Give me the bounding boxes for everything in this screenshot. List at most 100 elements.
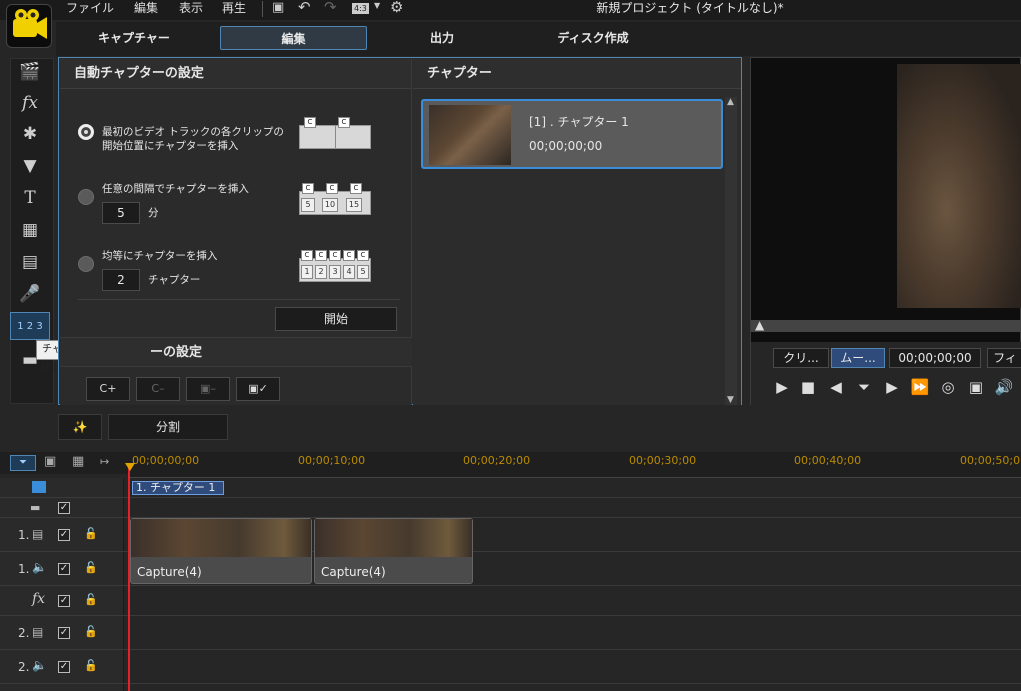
track-checkbox[interactable]: ✓ <box>58 661 70 673</box>
storyboard-view-icon[interactable]: ▣ <box>44 454 56 469</box>
set-thumbnail-button[interactable]: ▣✓ <box>236 377 280 401</box>
unlock-icon[interactable]: 🔓 <box>84 659 98 672</box>
audio-track-icon: 🔈 <box>32 658 47 672</box>
timeline-toolbar: ⏷ ▣ ▦ ↦ <box>0 452 128 474</box>
snapshot-icon[interactable]: ◎ <box>935 374 961 400</box>
transition-icon[interactable]: ▦ <box>10 216 50 244</box>
split-button[interactable]: 分割 <box>108 414 228 440</box>
video-clip[interactable]: Capture(4) <box>314 518 473 584</box>
chapter-room-icon[interactable]: 1 2 3 <box>10 312 50 340</box>
menu-view[interactable]: 表示 <box>179 0 203 20</box>
menu-file[interactable]: ファイル <box>66 0 114 20</box>
even-count-input[interactable]: 2 <box>102 269 140 291</box>
undo-icon[interactable]: ↶ <box>298 0 311 16</box>
fx-icon[interactable]: fx <box>10 89 50 117</box>
track-checkbox[interactable]: ✓ <box>58 627 70 639</box>
aspect-ratio-badge[interactable]: 4:3 <box>352 3 369 14</box>
fit-timeline-icon[interactable]: ↦ <box>100 455 109 468</box>
clip-mode-button[interactable]: クリ... <box>773 348 829 368</box>
movie-mode-button[interactable]: ムー... <box>831 348 885 368</box>
timeline-view-icon[interactable]: ⏷ <box>10 455 36 471</box>
unlock-icon[interactable]: 🔓 <box>84 527 98 540</box>
media-room-icon[interactable]: 🎬 <box>10 58 50 86</box>
track-checkbox[interactable]: ✓ <box>58 563 70 575</box>
film-preview-3: C C C C C 1 2 3 4 5 <box>299 250 371 282</box>
chapter-list-heading: チャプター <box>413 59 741 89</box>
chapter-tag: C <box>301 250 313 261</box>
radio-even[interactable] <box>78 256 94 272</box>
fast-forward-icon[interactable]: ⏩ <box>907 374 933 400</box>
tab-produce[interactable]: 出力 <box>416 26 468 50</box>
next-frame-icon[interactable]: ▶ <box>879 374 905 400</box>
aspect-dropdown-icon[interactable]: ▼ <box>374 1 380 10</box>
mode-tab-bar <box>56 22 1021 56</box>
track-checkbox[interactable]: ✓ <box>58 502 70 514</box>
clip-label: Capture(4) <box>321 565 386 579</box>
chapter-list-scrollbar[interactable]: ▲ ▼ <box>725 97 737 405</box>
remove-all-chapters-button[interactable]: ▣– <box>186 377 230 401</box>
video-track-2: 2. ▤ ✓ 🔓 <box>0 616 1021 650</box>
menu-designer-icon[interactable]: ▤ <box>10 248 50 276</box>
interval-minutes-input[interactable]: 5 <box>102 202 140 224</box>
radio-first-clip[interactable] <box>78 124 94 140</box>
volume-icon[interactable]: 🔊 <box>991 374 1017 400</box>
menu-divider <box>262 1 263 17</box>
track-checkbox[interactable]: ✓ <box>58 595 70 607</box>
scrub-handle-icon[interactable]: ▲ <box>755 318 764 332</box>
tab-edit[interactable]: 編集 <box>220 26 367 50</box>
stop-icon[interactable]: ■ <box>795 374 821 400</box>
film-cell: 15 <box>346 198 362 212</box>
add-chapter-button[interactable]: C+ <box>86 377 130 401</box>
auto-chapter-heading: 自動チャプターの設定 <box>60 59 411 89</box>
add-track-icon[interactable]: ▦ <box>72 454 84 469</box>
unlock-icon[interactable]: 🔓 <box>84 561 98 574</box>
tab-capture[interactable]: キャプチャー <box>92 26 176 50</box>
playhead[interactable] <box>128 464 130 691</box>
voice-icon[interactable]: 🎤 <box>10 280 50 308</box>
save-icon[interactable]: ▣ <box>272 0 284 15</box>
magic-tools-button[interactable]: ✨ <box>58 414 102 440</box>
unlock-icon[interactable]: 🔓 <box>84 593 98 606</box>
redo-icon[interactable]: ↷ <box>324 0 337 16</box>
timecode-display[interactable]: 00;00;00;00 <box>889 348 981 368</box>
fx-track: fx ✓ 🔓 <box>0 586 1021 616</box>
chapter-settings-heading: ーの設定 <box>60 337 412 367</box>
mark-chapter-icon[interactable]: ⏷ <box>851 374 877 400</box>
chapter-flag-icon <box>32 481 46 493</box>
chapter-item[interactable]: [1] . チャプター 1 00;00;00;00 <box>421 99 723 169</box>
gear-icon[interactable]: ⚙ <box>390 0 403 16</box>
particle-icon[interactable]: ✱ <box>10 120 50 148</box>
menu-edit[interactable]: 編集 <box>134 0 158 20</box>
playhead-handle-icon[interactable] <box>125 463 135 471</box>
timeline-ruler[interactable]: 00;00;00;00 00;00;10;00 00;00;20;00 00;0… <box>128 452 1021 478</box>
menu-playback[interactable]: 再生 <box>222 0 246 20</box>
chapter-tag: C <box>302 183 314 194</box>
video-clip[interactable]: Capture(4) <box>130 518 312 584</box>
option-interval-label: 任意の間隔でチャプターを挿入 <box>102 183 249 195</box>
subtitle-track: ▬ ✓ <box>0 498 1021 518</box>
film-cell: 1 <box>301 265 313 279</box>
chapter-tag: C <box>304 117 316 128</box>
scrub-bar[interactable]: ▲ <box>751 318 1021 332</box>
chapter-marker[interactable]: 1. チャプター 1 <box>132 481 224 495</box>
track-checkbox[interactable]: ✓ <box>58 529 70 541</box>
tab-create-disc[interactable]: ディスク作成 <box>548 26 638 50</box>
start-button[interactable]: 開始 <box>275 307 397 331</box>
tick-label: 00;00;50;0 <box>960 454 1021 467</box>
video-frame <box>897 64 1021 308</box>
tick-label: 00;00;20;00 <box>463 454 531 467</box>
even-unit-label: チャプター <box>148 274 201 286</box>
prev-frame-icon[interactable]: ◀ <box>823 374 849 400</box>
remove-chapter-button[interactable]: C– <box>136 377 180 401</box>
scroll-up-icon[interactable]: ▲ <box>727 97 734 107</box>
scroll-down-icon[interactable]: ▼ <box>727 395 734 405</box>
play-icon[interactable]: ▶ <box>769 374 795 400</box>
chapter-item-time: 00;00;00;00 <box>529 139 603 153</box>
unlock-icon[interactable]: 🔓 <box>84 625 98 638</box>
fit-button[interactable]: フィ <box>987 348 1021 368</box>
radio-interval[interactable] <box>78 189 94 205</box>
display-icon[interactable]: ▣ <box>963 374 989 400</box>
title-icon[interactable]: T <box>10 184 50 212</box>
film-cell: 3 <box>329 265 341 279</box>
pip-icon[interactable]: ▼ <box>10 152 50 180</box>
